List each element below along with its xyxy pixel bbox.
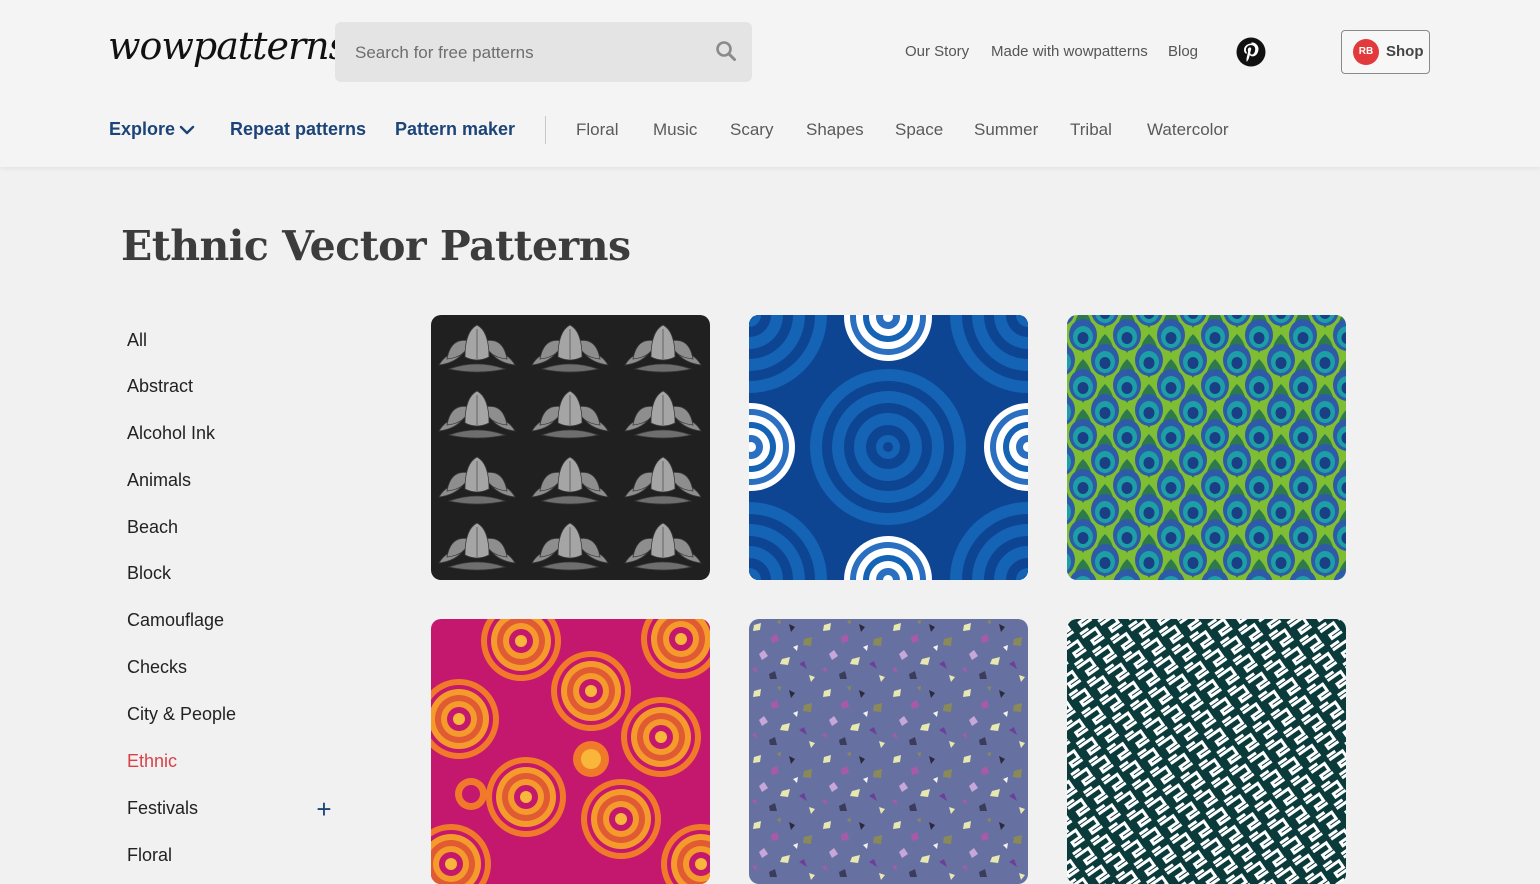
nav-category-scary[interactable]: Scary	[730, 120, 773, 140]
nav-category-summer[interactable]: Summer	[974, 120, 1038, 140]
pattern-image	[749, 315, 1028, 580]
sidebar-item-alcohol-ink[interactable]: Alcohol Ink	[127, 423, 215, 444]
sidebar-item-animals[interactable]: Animals	[127, 470, 191, 491]
sidebar-item-block[interactable]: Block	[127, 563, 171, 584]
nav-category-shapes[interactable]: Shapes	[806, 120, 864, 140]
pattern-image	[749, 619, 1028, 884]
nav-category-tribal[interactable]: Tribal	[1070, 120, 1112, 140]
search-icon[interactable]	[715, 40, 737, 62]
sidebar-item-checks[interactable]: Checks	[127, 657, 187, 678]
sidebar-item-city-people[interactable]: City & People	[127, 704, 236, 725]
pattern-tile-geometric-maze[interactable]	[1067, 619, 1346, 884]
made-with-link[interactable]: Made with wowpatterns	[991, 43, 1148, 60]
redbubble-icon: RB	[1353, 39, 1379, 65]
pattern-image	[431, 315, 710, 580]
sidebar-item-floral[interactable]: Floral	[127, 845, 172, 866]
blog-link[interactable]: Blog	[1168, 43, 1198, 60]
nav-category-watercolor[interactable]: Watercolor	[1147, 120, 1229, 140]
sidebar-item-all[interactable]: All	[127, 330, 147, 351]
sidebar-item-ethnic[interactable]: Ethnic	[127, 751, 177, 772]
sidebar-item-camouflage[interactable]: Camouflage	[127, 610, 224, 631]
sidebar-item-abstract[interactable]: Abstract	[127, 376, 193, 397]
page-title: Ethnic Vector Patterns	[121, 222, 631, 270]
pattern-maker-link[interactable]: Pattern maker	[395, 119, 515, 140]
nav-category-floral[interactable]: Floral	[576, 120, 619, 140]
our-story-link[interactable]: Our Story	[905, 43, 969, 60]
shop-button[interactable]: RB Shop	[1341, 30, 1430, 74]
repeat-patterns-link[interactable]: Repeat patterns	[230, 119, 366, 140]
site-logo[interactable]: wowpatterns	[108, 24, 348, 68]
pattern-tile-lotus-dark[interactable]	[431, 315, 710, 580]
pattern-tile-terrazzo-slate[interactable]	[749, 619, 1028, 884]
nav-category-music[interactable]: Music	[653, 120, 697, 140]
pattern-image	[431, 619, 710, 884]
search-input[interactable]	[353, 22, 697, 84]
chevron-down-icon[interactable]	[179, 124, 195, 136]
pattern-tile-mandala-magenta[interactable]	[431, 619, 710, 884]
nav-category-space[interactable]: Space	[895, 120, 943, 140]
search-bar	[335, 22, 752, 84]
pattern-image	[1067, 619, 1346, 884]
pattern-image	[1067, 315, 1346, 580]
explore-menu[interactable]: Explore	[109, 119, 175, 140]
pattern-tile-peacock-feather[interactable]	[1067, 315, 1346, 580]
sidebar-item-beach[interactable]: Beach	[127, 517, 178, 538]
site-header: wowpatterns Our Story Made with wowpatte…	[0, 0, 1540, 167]
shop-label: Shop	[1386, 43, 1424, 60]
plus-icon[interactable]: +	[313, 796, 335, 822]
sidebar-item-festivals[interactable]: Festivals	[127, 798, 198, 819]
nav-divider	[545, 116, 546, 144]
pattern-tile-mandala-blue[interactable]	[749, 315, 1028, 580]
pinterest-icon[interactable]	[1236, 37, 1266, 67]
